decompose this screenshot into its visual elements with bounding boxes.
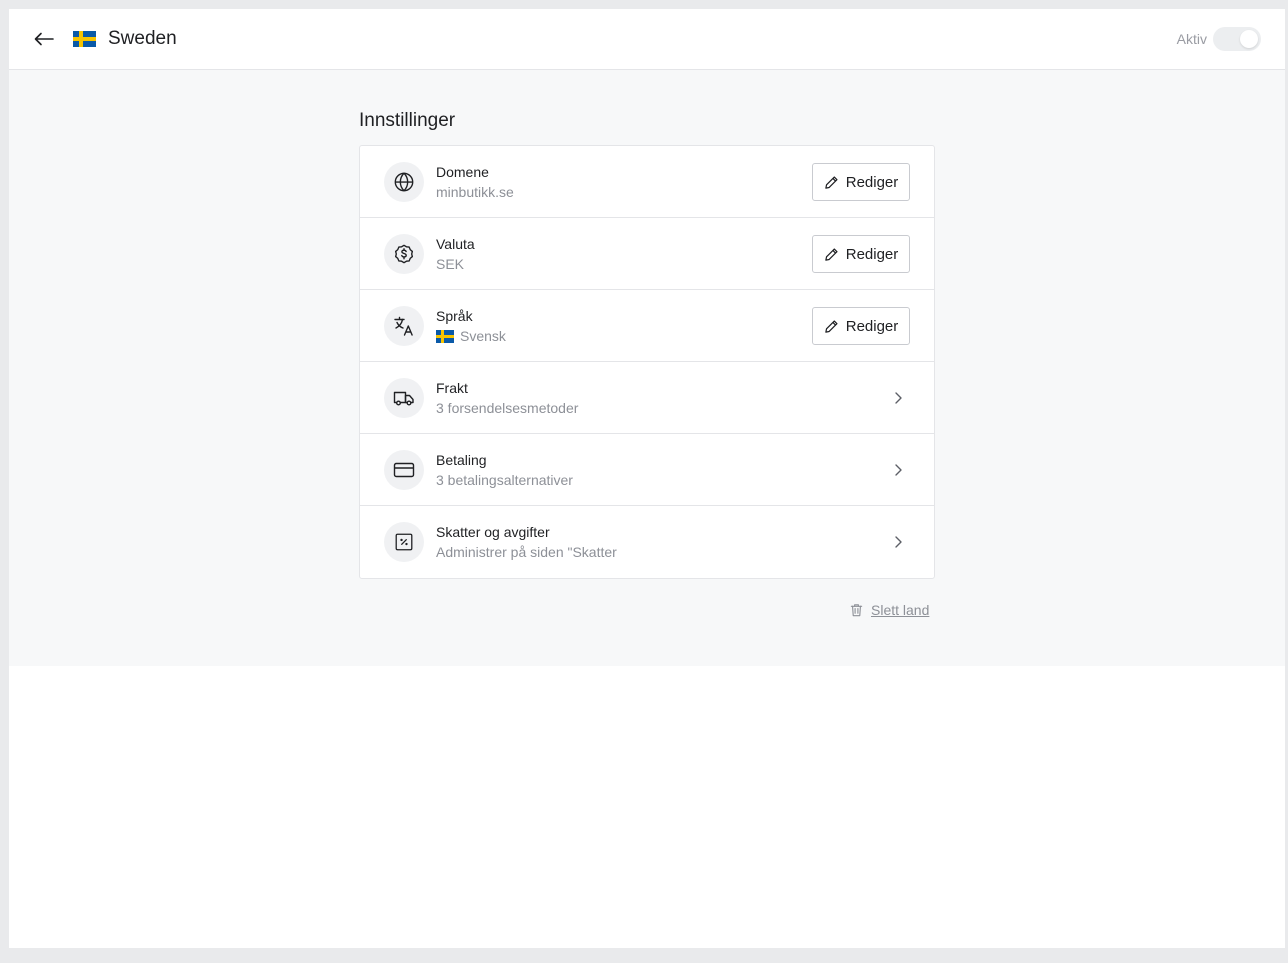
row-value: 3 forsendelsesmetoder xyxy=(436,400,579,416)
back-button[interactable] xyxy=(33,29,55,49)
row-text: Valuta SEK xyxy=(436,235,475,273)
page-header: Sweden Aktiv xyxy=(9,9,1285,70)
settings-row-currency: Valuta SEK Rediger xyxy=(360,218,934,290)
main-content: Innstillinger Domene minbutikk.se Redige… xyxy=(9,70,1285,666)
translate-icon xyxy=(384,306,424,346)
edit-currency-button[interactable]: Rediger xyxy=(812,235,910,273)
row-text: Språk Svensk xyxy=(436,307,506,345)
settings-row-taxes[interactable]: Skatter og avgifter Administrer på siden… xyxy=(360,506,934,578)
settings-row-payment[interactable]: Betaling 3 betalingsalternativer xyxy=(360,434,934,506)
row-text: Domene minbutikk.se xyxy=(436,163,514,201)
row-label: Valuta xyxy=(436,236,475,252)
truck-icon xyxy=(384,378,424,418)
row-value: Administrer på siden "Skatter xyxy=(436,544,617,560)
row-label: Skatter og avgifter xyxy=(436,524,550,540)
trash-icon xyxy=(850,604,863,617)
delete-country-label: Slett land xyxy=(871,602,930,618)
row-text: Betaling 3 betalingsalternativer xyxy=(436,451,573,489)
arrow-left-icon xyxy=(34,32,54,46)
toggle-knob xyxy=(1240,30,1258,48)
edit-button-label: Rediger xyxy=(845,173,899,191)
sweden-flag-icon xyxy=(73,31,96,47)
settings-row-shipping[interactable]: Frakt 3 forsendelsesmetoder xyxy=(360,362,934,434)
section-heading: Innstillinger xyxy=(359,110,456,131)
row-text: Skatter og avgifter Administrer på siden… xyxy=(436,523,617,561)
chevron-right-icon xyxy=(895,392,902,404)
tax-icon xyxy=(384,522,424,562)
edit-button-label: Rediger xyxy=(845,317,899,335)
row-value: 3 betalingsalternativer xyxy=(436,472,573,488)
pencil-icon xyxy=(825,319,838,333)
chevron-right-icon xyxy=(895,536,902,548)
edit-domain-button[interactable]: Rediger xyxy=(812,163,910,201)
globe-icon xyxy=(384,162,424,202)
row-value: SEK xyxy=(436,256,465,272)
row-value: minbutikk.se xyxy=(436,184,514,200)
page-title: Sweden xyxy=(108,28,177,49)
row-label: Frakt xyxy=(436,380,468,396)
pencil-icon xyxy=(825,175,838,189)
app-frame: Sweden Aktiv Innstillinger Domene minbut… xyxy=(9,9,1285,948)
sweden-flag-icon xyxy=(436,329,454,343)
edit-button-label: Rediger xyxy=(845,245,899,263)
pencil-icon xyxy=(825,247,838,261)
row-label: Domene xyxy=(436,164,489,180)
language-value: Svensk xyxy=(460,328,506,344)
row-text: Frakt 3 forsendelsesmetoder xyxy=(436,379,578,417)
row-label: Betaling xyxy=(436,452,487,468)
row-value: Svensk xyxy=(436,327,506,345)
chevron-right-icon xyxy=(895,464,902,476)
settings-row-domain: Domene minbutikk.se Rediger xyxy=(360,146,934,218)
settings-card: Domene minbutikk.se Rediger Valuta SEK R… xyxy=(359,145,935,579)
active-status-label: Aktiv xyxy=(1176,31,1207,47)
active-toggle[interactable] xyxy=(1213,27,1261,51)
delete-country-link[interactable]: Slett land xyxy=(849,602,929,618)
row-label: Språk xyxy=(436,308,473,324)
currency-icon xyxy=(384,234,424,274)
credit-card-icon xyxy=(384,450,424,490)
settings-row-language: Språk Svensk Rediger xyxy=(360,290,934,362)
edit-language-button[interactable]: Rediger xyxy=(812,307,910,345)
